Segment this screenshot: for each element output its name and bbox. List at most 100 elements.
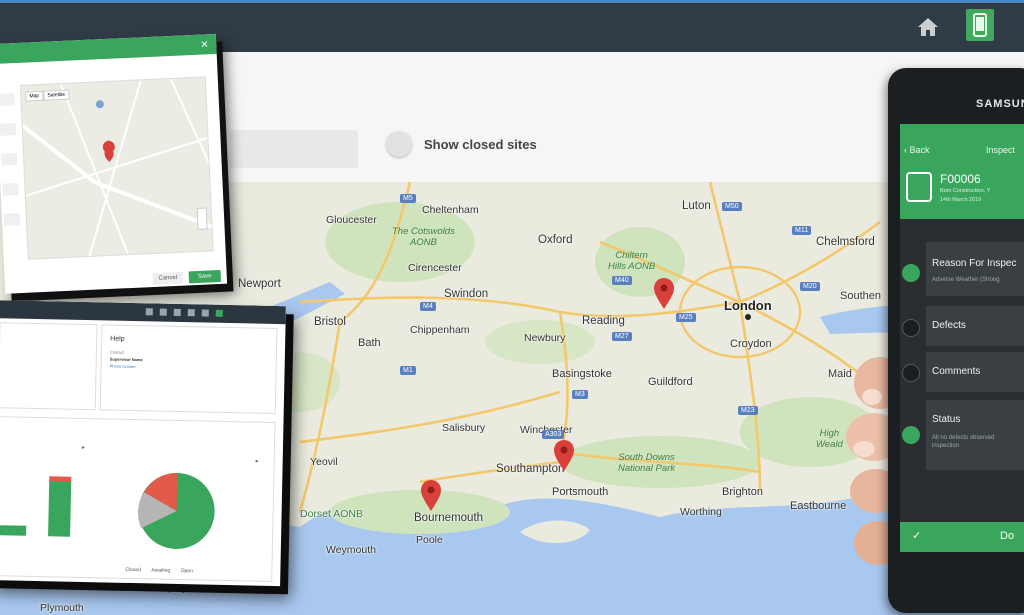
map-label-salisbury: Salisbury	[442, 422, 486, 434]
item-label: Comments	[932, 366, 981, 377]
screen-title: Inspect	[986, 145, 1016, 155]
road-badge: M1	[400, 366, 416, 375]
legend-item-awaiting: Awaiting	[151, 567, 171, 574]
map-label-yeovil: Yeovil	[310, 456, 338, 468]
map-tab-map[interactable]: Map	[25, 90, 44, 102]
summary-card	[0, 322, 98, 411]
clipboard-icon	[906, 172, 932, 202]
item-label: Reason For Inspec	[932, 258, 1017, 269]
map-label-bristol: Bristol	[314, 316, 346, 328]
phone-screen: ‹ Back Inspect F00006 Bam Construction, …	[900, 124, 1024, 552]
map-label-bournemouth: Bournemouth	[414, 512, 484, 524]
pending-icon	[902, 364, 920, 382]
site-pin-marker[interactable]	[653, 278, 675, 310]
form-field[interactable]	[2, 183, 19, 196]
item-note: All no defects observed inspection	[932, 435, 995, 449]
cancel-button[interactable]: Cancel	[152, 271, 184, 286]
dashboard-window: Help Contact Supervisor Name Phone numbe…	[0, 300, 286, 587]
map-label-high-weald: High Weald	[816, 428, 843, 450]
show-closed-sites-toggle[interactable]	[386, 131, 412, 157]
map-label-chiltern: Chiltern Hills AONB	[608, 250, 656, 272]
done-button[interactable]: Do	[1000, 530, 1014, 542]
map-label-south-downs: South Downs National Park	[618, 452, 676, 474]
show-closed-sites-label: Show closed sites	[424, 137, 537, 152]
item-label: Defects	[932, 320, 966, 331]
map-label-cirencester: Cirencester	[408, 262, 462, 274]
form-field[interactable]	[3, 213, 21, 226]
map-label-worthing: Worthing	[680, 506, 722, 518]
inspection-header: ‹ Back Inspect F00006 Bam Construction, …	[900, 124, 1024, 219]
map-label-reading: Reading	[582, 315, 625, 327]
done-bar[interactable]: ✓ Do	[900, 522, 1024, 552]
map-label-chippenham: Chippenham	[410, 324, 470, 336]
site-pin-marker[interactable]	[553, 440, 575, 472]
back-label: Back	[909, 145, 930, 155]
road-badge: M11	[792, 226, 812, 235]
mobile-icon[interactable]	[966, 9, 994, 41]
form-field[interactable]	[0, 123, 17, 136]
road-badge: M4	[420, 302, 436, 311]
map-label-southend: Southen	[840, 290, 881, 302]
map-label-cheltenham: Cheltenham	[422, 204, 479, 216]
pie-legend: Closed Awaiting Open	[125, 558, 199, 578]
road-badge: A303	[542, 430, 565, 439]
inspection-item-status[interactable]: Status All no defects observed inspectio…	[926, 400, 1024, 470]
zoom-control[interactable]	[196, 207, 208, 230]
svg-text:▸: ▸	[256, 459, 259, 465]
legend-item-open: Open	[180, 568, 193, 575]
help-line: Supervisor Name	[109, 356, 143, 363]
help-line: Contact	[109, 349, 124, 355]
mini-map-roads	[21, 78, 214, 259]
road-badge: M27	[612, 332, 632, 341]
check-icon	[902, 426, 920, 444]
site-pin-marker[interactable]	[420, 480, 442, 512]
map-label-weymouth: Weymouth	[326, 544, 376, 556]
inspection-item-reason[interactable]: Reason For Inspec Adverse Weather (Stron…	[926, 242, 1024, 296]
road-badge: M3	[572, 390, 588, 399]
close-icon[interactable]: ×	[200, 36, 208, 51]
back-button[interactable]: ‹ Back	[904, 145, 930, 155]
map-label-newport: Newport	[238, 278, 281, 290]
map-label-brighton: Brighton	[722, 486, 763, 498]
form-field[interactable]	[0, 153, 18, 166]
map-label-newbury: Newbury	[524, 332, 566, 344]
inspection-item-defects[interactable]: Defects	[926, 306, 1024, 346]
bar-chart-bar	[49, 476, 72, 482]
check-icon	[902, 264, 920, 282]
item-note: Adverse Weather (Strong	[932, 277, 1000, 283]
mini-map[interactable]: Map Satellite	[19, 76, 214, 260]
road-badge: M20	[800, 282, 820, 291]
map-label-portsmouth: Portsmouth	[552, 486, 609, 498]
map-tab-satellite[interactable]: Satellite	[43, 89, 70, 101]
map-label-dorset-aonb: Dorset AONB	[300, 508, 364, 520]
map-label-oxford: Oxford	[538, 234, 573, 246]
form-field[interactable]	[0, 93, 15, 106]
road-badge: M23	[738, 406, 758, 415]
inspection-item-comments[interactable]: Comments	[926, 352, 1024, 392]
app-screenshot: Show closed sites Gloucester Cheltenham …	[0, 0, 1024, 615]
check-icon: ✓	[912, 530, 922, 542]
road-badge: M25	[676, 313, 696, 322]
map-label-swindon: Swindon	[444, 288, 489, 300]
map-label-london: London	[724, 298, 772, 313]
map-label-basingstoke: Basingstoke	[552, 368, 612, 380]
phone-brand: SAMSUNG	[976, 98, 1024, 110]
map-label-plymouth: Plymouth	[40, 602, 84, 614]
site-search-input[interactable]	[230, 130, 358, 168]
map-label-cotswolds: The Cotswolds AONB	[392, 226, 455, 248]
site-location-window: × Map Satellite Cancel Save	[0, 33, 228, 294]
map-label-croydon: Croydon	[730, 338, 772, 350]
home-icon[interactable]	[914, 13, 942, 41]
road-badge: M5	[400, 194, 416, 203]
site-date: 14th March 2016	[940, 197, 982, 203]
road-badge: M50	[722, 202, 742, 211]
charts-panel: ▸ ▸ Closed Awaiting Open	[0, 416, 276, 582]
bar-chart-bar	[0, 525, 27, 536]
save-button[interactable]: Save	[188, 269, 222, 284]
map-label-eastbourne: Eastbourne	[790, 500, 847, 512]
help-card: Help Contact Supervisor Name Phone numbe…	[99, 324, 278, 415]
map-label-poole: Poole	[416, 534, 443, 546]
svg-text:▸: ▸	[82, 445, 85, 451]
legend-item-closed: Closed	[125, 566, 142, 574]
pending-icon	[902, 319, 920, 337]
